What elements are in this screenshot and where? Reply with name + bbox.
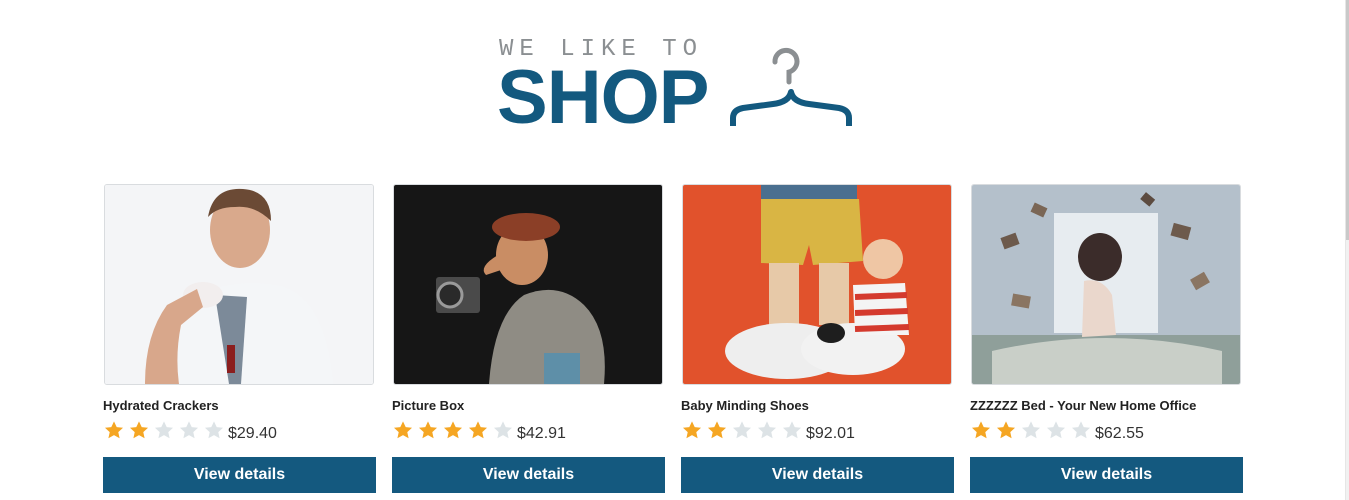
star-filled-icon <box>418 421 438 439</box>
shop-page: WE LIKE TO SHOP Hydrated Crackers $29.40… <box>0 0 1349 500</box>
product-image-picture-box[interactable] <box>393 184 663 385</box>
star-empty-icon <box>1046 421 1066 439</box>
product-card: Baby Minding Shoes $92.01 View details <box>681 184 956 500</box>
product-image-baby-minding-shoes[interactable] <box>682 184 952 385</box>
star-filled-icon <box>393 421 413 439</box>
view-details-button[interactable]: View details <box>970 457 1243 493</box>
product-card: ZZZZZZ Bed - Your New Home Office $62.55… <box>970 184 1245 500</box>
view-details-button[interactable]: View details <box>681 457 954 493</box>
star-empty-icon <box>154 421 174 439</box>
star-empty-icon <box>732 421 752 439</box>
star-empty-icon <box>782 421 802 439</box>
product-price: $62.55 <box>1095 425 1144 442</box>
star-filled-icon <box>443 421 463 439</box>
star-filled-icon <box>468 421 488 439</box>
product-name[interactable]: Picture Box <box>392 398 464 414</box>
star-filled-icon <box>971 421 991 439</box>
star-empty-icon <box>179 421 199 439</box>
star-filled-icon <box>104 421 124 439</box>
product-grid: Hydrated Crackers $29.40 View details Pi… <box>103 184 1248 500</box>
star-empty-icon <box>1071 421 1091 439</box>
star-empty-icon <box>1021 421 1041 439</box>
view-details-button[interactable]: View details <box>392 457 665 493</box>
clothes-hanger-icon <box>730 48 852 126</box>
product-name[interactable]: ZZZZZZ Bed - Your New Home Office <box>970 398 1196 414</box>
product-price: $42.91 <box>517 425 566 442</box>
star-filled-icon <box>682 421 702 439</box>
view-details-button[interactable]: View details <box>103 457 376 493</box>
product-image-hydrated-crackers[interactable] <box>104 184 374 385</box>
product-price: $29.40 <box>228 425 277 442</box>
product-image-zzzzzz-bed[interactable] <box>971 184 1241 385</box>
star-empty-icon <box>204 421 224 439</box>
star-empty-icon <box>493 421 513 439</box>
star-empty-icon <box>757 421 777 439</box>
product-name[interactable]: Hydrated Crackers <box>103 398 219 414</box>
site-logo[interactable]: WE LIKE TO SHOP <box>497 36 857 136</box>
star-filled-icon <box>996 421 1016 439</box>
logo-wordmark: SHOP <box>497 55 709 140</box>
page-scrollbar[interactable] <box>1345 0 1349 500</box>
product-price: $92.01 <box>806 425 855 442</box>
product-card: Hydrated Crackers $29.40 View details <box>103 184 378 500</box>
star-filled-icon <box>707 421 727 439</box>
star-filled-icon <box>129 421 149 439</box>
product-name[interactable]: Baby Minding Shoes <box>681 398 809 414</box>
product-card: Picture Box $42.91 View details <box>392 184 667 500</box>
